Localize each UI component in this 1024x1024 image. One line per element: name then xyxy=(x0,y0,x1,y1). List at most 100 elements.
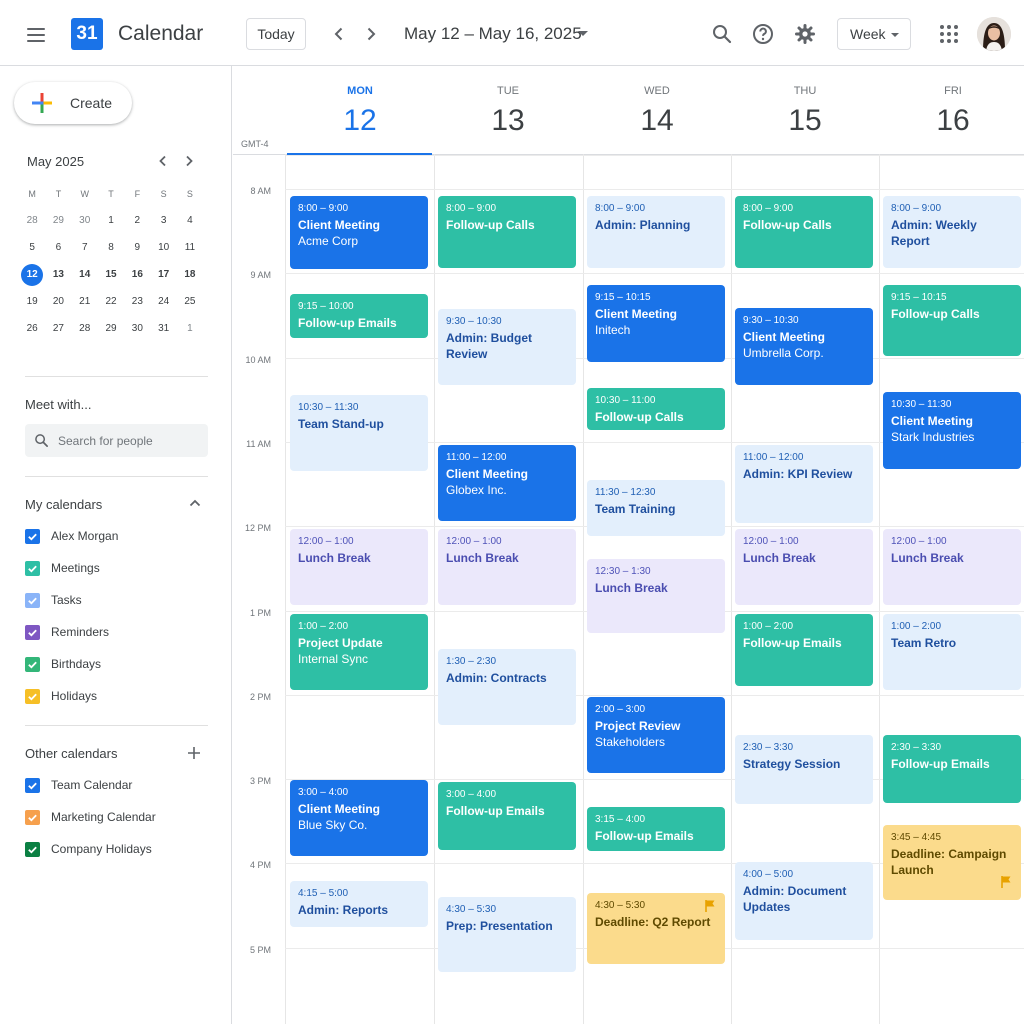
event-strategy-session[interactable]: 2:30 – 3:30 Strategy Session xyxy=(735,735,873,804)
mini-calendar-today[interactable]: 12 xyxy=(19,261,45,288)
event-admin-reports[interactable]: 4:15 – 5:00 Admin: Reports xyxy=(290,881,428,927)
event-team-stand-up[interactable]: 10:30 – 11:30 Team Stand-up xyxy=(290,395,428,471)
event-lunch-break[interactable]: 12:00 – 1:00 Lunch Break xyxy=(290,529,428,605)
event-admin-kpi-review[interactable]: 11:00 – 12:00 Admin: KPI Review xyxy=(735,445,873,523)
event-follow-up-calls[interactable]: 8:00 – 9:00 Follow-up Calls xyxy=(735,196,873,268)
search-people-input[interactable]: Search for people xyxy=(25,424,208,457)
mini-calendar-day[interactable]: 10 xyxy=(150,234,176,261)
event-client-meeting[interactable]: 8:00 – 9:00 Client Meeting Acme Corp xyxy=(290,196,428,269)
mini-calendar-day[interactable]: 3 xyxy=(150,207,176,234)
mini-calendar-day[interactable]: 1 xyxy=(177,315,203,342)
chevron-up-icon[interactable] xyxy=(188,496,202,510)
mini-calendar-day[interactable]: 31 xyxy=(150,315,176,342)
calendar-toggle[interactable]: Team Calendar xyxy=(25,775,132,795)
mini-calendar-day[interactable]: 9 xyxy=(124,234,150,261)
event-admin-contracts[interactable]: 1:30 – 2:30 Admin: Contracts xyxy=(438,649,576,725)
event-lunch-break[interactable]: 12:00 – 1:00 Lunch Break xyxy=(883,529,1021,605)
day-header-tue[interactable]: TUE 13 xyxy=(434,66,582,154)
day-number[interactable]: 14 xyxy=(583,104,731,138)
event-admin-weekly-report[interactable]: 8:00 – 9:00 Admin: Weekly Report xyxy=(883,196,1021,268)
mini-calendar-day[interactable]: 23 xyxy=(124,288,150,315)
user-avatar[interactable] xyxy=(977,17,1011,51)
create-button[interactable]: Create xyxy=(14,82,132,124)
event-client-meeting[interactable]: 3:00 – 4:00 Client Meeting Blue Sky Co. xyxy=(290,780,428,856)
checkbox-checked-icon[interactable] xyxy=(25,656,40,672)
mini-calendar-day[interactable]: 21 xyxy=(72,288,98,315)
mini-calendar-day[interactable]: 4 xyxy=(177,207,203,234)
mini-calendar-prev-icon[interactable] xyxy=(155,153,171,169)
event-follow-up-emails[interactable]: 1:00 – 2:00 Follow-up Emails xyxy=(735,614,873,686)
event-follow-up-calls[interactable]: 8:00 – 9:00 Follow-up Calls xyxy=(438,196,576,268)
mini-calendar-day[interactable]: 14 xyxy=(72,261,98,288)
event-prep-presentation[interactable]: 4:30 – 5:30 Prep: Presentation xyxy=(438,897,576,972)
event-team-retro[interactable]: 1:00 – 2:00 Team Retro xyxy=(883,614,1021,690)
checkbox-checked-icon[interactable] xyxy=(25,777,40,793)
apps-grid-icon[interactable] xyxy=(937,22,961,46)
mini-calendar-day[interactable]: 1 xyxy=(98,207,124,234)
event-lunch-break[interactable]: 12:30 – 1:30 Lunch Break xyxy=(587,559,725,633)
mini-calendar-day[interactable]: 7 xyxy=(72,234,98,261)
mini-calendar-day[interactable]: 13 xyxy=(45,261,71,288)
date-range-title[interactable]: May 12 – May 16, 2025 xyxy=(404,24,582,44)
date-range-dropdown-icon[interactable] xyxy=(578,31,588,36)
day-number[interactable]: 13 xyxy=(434,104,582,138)
event-lunch-break[interactable]: 12:00 – 1:00 Lunch Break xyxy=(735,529,873,605)
calendar-toggle[interactable]: Reminders xyxy=(25,622,109,642)
day-header-fri[interactable]: FRI 16 xyxy=(879,66,1024,154)
mini-calendar-day[interactable]: 28 xyxy=(72,315,98,342)
view-selector[interactable]: Week xyxy=(837,18,911,50)
event-client-meeting[interactable]: 9:15 – 10:15 Client Meeting Initech xyxy=(587,285,725,362)
mini-calendar-day[interactable]: 15 xyxy=(98,261,124,288)
previous-week-icon[interactable] xyxy=(327,22,351,46)
mini-calendar-next-icon[interactable] xyxy=(181,153,197,169)
checkbox-checked-icon[interactable] xyxy=(25,809,40,825)
day-header-thu[interactable]: THU 15 xyxy=(731,66,879,154)
mini-calendar-day[interactable]: 24 xyxy=(150,288,176,315)
event-client-meeting[interactable]: 11:00 – 12:00 Client Meeting Globex Inc. xyxy=(438,445,576,521)
mini-calendar-day[interactable]: 16 xyxy=(124,261,150,288)
checkbox-checked-icon[interactable] xyxy=(25,528,40,544)
event-follow-up-calls[interactable]: 9:15 – 10:15 Follow-up Calls xyxy=(883,285,1021,356)
mini-calendar-day[interactable]: 27 xyxy=(45,315,71,342)
mini-calendar-day[interactable]: 20 xyxy=(45,288,71,315)
mini-calendar-day[interactable]: 30 xyxy=(72,207,98,234)
event-follow-up-emails[interactable]: 3:15 – 4:00 Follow-up Emails xyxy=(587,807,725,851)
next-week-icon[interactable] xyxy=(359,22,383,46)
mini-calendar-day[interactable]: 17 xyxy=(150,261,176,288)
event-client-meeting[interactable]: 9:30 – 10:30 Client Meeting Umbrella Corp. xyxy=(735,308,873,385)
mini-calendar-day[interactable]: 22 xyxy=(98,288,124,315)
day-header-wed[interactable]: WED 14 xyxy=(583,66,731,154)
calendar-toggle[interactable]: Company Holidays xyxy=(25,839,152,859)
today-button[interactable]: Today xyxy=(246,18,306,50)
event-project-update[interactable]: 1:00 – 2:00 Project Update Internal Sync xyxy=(290,614,428,690)
calendar-toggle[interactable]: Marketing Calendar xyxy=(25,807,156,827)
event-follow-up-emails[interactable]: 2:30 – 3:30 Follow-up Emails xyxy=(883,735,1021,803)
calendar-toggle[interactable]: Birthdays xyxy=(25,654,101,674)
calendar-toggle[interactable]: Holidays xyxy=(25,686,97,706)
event-admin-planning[interactable]: 8:00 – 9:00 Admin: Planning xyxy=(587,196,725,268)
main-menu-icon[interactable] xyxy=(18,17,54,53)
day-header-mon[interactable]: MON 12 xyxy=(286,66,434,154)
checkbox-checked-icon[interactable] xyxy=(25,624,40,640)
event-admin-document-updates[interactable]: 4:00 – 5:00 Admin: Document Updates xyxy=(735,862,873,940)
day-number[interactable]: 16 xyxy=(879,104,1024,138)
mini-calendar-day[interactable]: 6 xyxy=(45,234,71,261)
event-team-training[interactable]: 11:30 – 12:30 Team Training xyxy=(587,480,725,536)
mini-calendar-day[interactable]: 18 xyxy=(177,261,203,288)
event-lunch-break[interactable]: 12:00 – 1:00 Lunch Break xyxy=(438,529,576,605)
mini-calendar-day[interactable]: 19 xyxy=(19,288,45,315)
calendar-toggle[interactable]: Tasks xyxy=(25,590,82,610)
mini-calendar-day[interactable]: 25 xyxy=(177,288,203,315)
mini-calendar-day[interactable]: 28 xyxy=(19,207,45,234)
mini-calendar-day[interactable]: 30 xyxy=(124,315,150,342)
checkbox-checked-icon[interactable] xyxy=(25,560,40,576)
calendar-toggle[interactable]: Alex Morgan xyxy=(25,526,118,546)
mini-calendar-day[interactable]: 11 xyxy=(177,234,203,261)
mini-calendar-day[interactable]: 2 xyxy=(124,207,150,234)
mini-calendar-day[interactable]: 8 xyxy=(98,234,124,261)
add-other-calendar-icon[interactable] xyxy=(186,745,202,761)
day-number[interactable]: 15 xyxy=(731,104,879,138)
mini-calendar-day[interactable]: 29 xyxy=(45,207,71,234)
event-deadline-q2-report[interactable]: 4:30 – 5:30 Deadline: Q2 Report xyxy=(587,893,725,964)
checkbox-checked-icon[interactable] xyxy=(25,841,40,857)
